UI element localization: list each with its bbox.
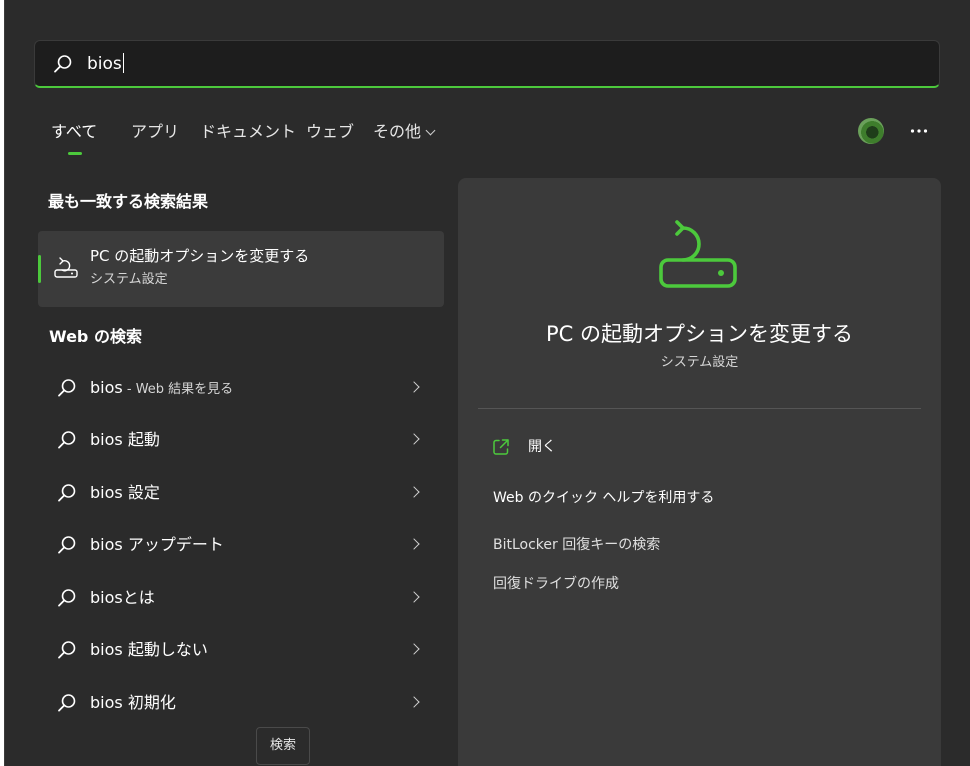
web-result-label: bios アップデート xyxy=(90,535,224,554)
detail-panel: PC の起動オプションを変更する システム設定 開く Web のクイック ヘルプ… xyxy=(458,178,941,766)
tab-label: ウェブ xyxy=(306,122,355,141)
tooltip: 検索 xyxy=(256,727,310,765)
search-icon xyxy=(58,379,76,397)
tab-label: アプリ xyxy=(131,122,180,141)
help-link-bitlocker[interactable]: BitLocker 回復キーの検索 xyxy=(493,535,660,555)
search-icon xyxy=(58,694,76,712)
web-result-item[interactable]: bios 起動しない xyxy=(45,630,444,670)
chevron-right-icon xyxy=(408,486,420,498)
chevron-right-icon xyxy=(408,381,420,393)
tab-label: その他 xyxy=(373,122,422,141)
web-result-item[interactable]: bios 初期化 xyxy=(45,683,444,723)
tab-label: ドキュメント xyxy=(200,122,297,141)
search-icon xyxy=(58,536,76,554)
text-caret xyxy=(122,53,124,73)
web-result-label: bios 初期化 xyxy=(90,693,176,712)
search-query: bios xyxy=(87,53,124,74)
detail-subtitle: システム設定 xyxy=(660,355,739,370)
tab-documents[interactable]: ドキュメント xyxy=(200,120,296,144)
detail-title: PC の起動オプションを変更する xyxy=(545,322,853,346)
help-heading: Web のクイック ヘルプを利用する xyxy=(493,490,715,506)
chevron-right-icon xyxy=(408,433,420,445)
chevron-right-icon xyxy=(408,643,420,655)
open-external-icon xyxy=(493,439,509,455)
web-result-item[interactable]: bios 起動 xyxy=(45,420,444,460)
web-result-item[interactable]: biosとは xyxy=(45,578,444,618)
recovery-icon xyxy=(659,220,737,288)
web-result-label: bios - Web 結果を見る xyxy=(90,378,234,397)
best-match-heading: 最も一致する検索結果 xyxy=(48,192,209,211)
web-result-item[interactable]: bios 設定 xyxy=(45,473,444,513)
tab-all[interactable]: すべて xyxy=(51,120,97,144)
search-icon xyxy=(58,641,76,659)
recovery-icon xyxy=(54,257,78,278)
tab-active-indicator xyxy=(68,152,82,155)
tab-more[interactable]: その他 xyxy=(373,120,436,144)
search-input[interactable]: bios xyxy=(34,40,940,88)
best-match-title: PC の起動オプションを変更する xyxy=(90,247,310,265)
search-icon xyxy=(58,589,76,607)
open-label: 開く xyxy=(528,439,556,455)
search-icon xyxy=(58,484,76,502)
web-result-label: bios 設定 xyxy=(90,483,160,502)
tab-label: すべて xyxy=(51,122,98,141)
chevron-right-icon xyxy=(408,538,420,550)
help-link-recovery-drive[interactable]: 回復ドライブの作成 xyxy=(493,574,619,594)
web-result-label: bios 起動 xyxy=(90,430,160,449)
web-result-item[interactable]: bios アップデート xyxy=(45,525,444,565)
web-result-label: biosとは xyxy=(90,588,155,607)
best-match-subtitle: システム設定 xyxy=(90,272,168,287)
search-icon xyxy=(58,431,76,449)
web-search-heading: Web の検索 xyxy=(49,327,142,346)
chevron-right-icon xyxy=(408,696,420,708)
web-result-item[interactable]: bios - Web 結果を見る xyxy=(45,368,444,408)
chevron-right-icon xyxy=(408,591,420,603)
search-window: bios すべて アプリ ドキュメント ウェブ その他 最も一致する検索結果 P… xyxy=(4,0,970,766)
more-icon[interactable] xyxy=(909,121,929,141)
web-result-label: bios 起動しない xyxy=(90,640,208,659)
chevron-down-icon xyxy=(425,125,436,136)
divider xyxy=(478,408,921,409)
avatar[interactable] xyxy=(858,118,884,144)
search-icon xyxy=(54,55,72,73)
tab-web[interactable]: ウェブ xyxy=(306,120,354,144)
best-match-item[interactable]: PC の起動オプションを変更する システム設定 xyxy=(38,231,444,307)
tab-apps[interactable]: アプリ xyxy=(131,120,179,144)
selection-indicator xyxy=(38,255,41,283)
